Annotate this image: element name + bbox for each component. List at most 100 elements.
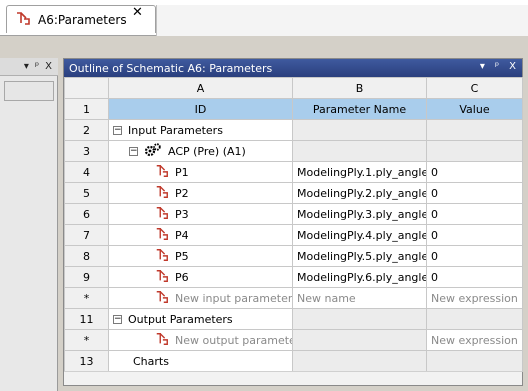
value-cell[interactable] [426, 140, 523, 162]
table-row[interactable]: 4 P1 ModelingPly.1.ply_angle 0 [64, 161, 523, 183]
row-number: 3 [64, 140, 109, 162]
value-header: Value [426, 98, 523, 120]
id-cell[interactable]: New output parameter [108, 329, 293, 351]
outline-title-bar: Outline of Schematic A6: Parameters ▾ ᵖ … [64, 59, 522, 77]
id-cell[interactable]: P5 [108, 245, 293, 267]
tab-title: A6:Parameters [38, 12, 127, 27]
id-text: P2 [175, 186, 189, 200]
id-cell[interactable]: P3 [108, 203, 293, 225]
parameter-name-cell[interactable]: ModelingPly.4.ply_angle [292, 224, 427, 246]
id-header: ID [108, 98, 293, 120]
value-cell[interactable] [426, 350, 523, 372]
value-cell[interactable]: 0 [426, 161, 523, 183]
id-text: Input Parameters [128, 123, 223, 137]
value-cell[interactable]: 0 [426, 266, 523, 288]
parameter-name-cell[interactable] [292, 308, 427, 330]
close-icon[interactable]: X [45, 61, 52, 72]
column-a-header[interactable]: A [108, 77, 293, 99]
row-number: 9 [64, 266, 109, 288]
table-row[interactable]: 13 Charts [64, 350, 523, 372]
gear-icon [144, 142, 162, 160]
parameter-icon [15, 10, 31, 29]
id-cell[interactable]: P4 [108, 224, 293, 246]
collapse-icon[interactable]: − [129, 146, 138, 156]
table-row[interactable]: 9 P6 ModelingPly.6.ply_angle 0 [64, 266, 523, 288]
parameter-icon [155, 290, 169, 307]
row-number: 6 [64, 203, 109, 225]
parameter-icon [155, 164, 169, 181]
table-row[interactable]: 3 − ACP (Pre) (A1) [64, 140, 523, 162]
id-text: P6 [175, 270, 189, 284]
id-text: P3 [175, 207, 189, 221]
id-cell[interactable]: − Input Parameters [108, 119, 293, 141]
value-cell[interactable]: 0 [426, 182, 523, 204]
parameter-icon [155, 248, 169, 265]
table-row[interactable]: 11− Output Parameters [64, 308, 523, 330]
id-cell[interactable]: P6 [108, 266, 293, 288]
value-cell[interactable]: New expression [426, 329, 523, 351]
parameter-name-cell[interactable]: New name [292, 287, 427, 309]
left-panel: ▾ ᵖ X [0, 58, 58, 391]
collapse-icon[interactable]: − [113, 314, 122, 324]
parameter-name-header: Parameter Name [292, 98, 427, 120]
outline-title: Outline of Schematic A6: Parameters [69, 61, 273, 75]
table-row[interactable]: * New input parameter New name New expressi… [64, 287, 523, 309]
row-number: 7 [64, 224, 109, 246]
pin-icon[interactable]: ᵖ [495, 61, 499, 72]
parameter-name-cell[interactable] [292, 119, 427, 141]
value-cell[interactable]: 0 [426, 203, 523, 225]
parameter-icon [155, 185, 169, 202]
table-row[interactable]: 6 P3 ModelingPly.3.ply_angle 0 [64, 203, 523, 225]
table-row[interactable]: * New output parameter New expression [64, 329, 523, 351]
row-number: 11 [64, 308, 109, 330]
table-row[interactable]: 5 P2 ModelingPly.2.ply_angle 0 [64, 182, 523, 204]
column-letter-row: A B C [64, 77, 523, 99]
row-number: * [64, 287, 109, 309]
value-cell[interactable] [426, 119, 523, 141]
id-cell[interactable]: − ACP (Pre) (A1) [108, 140, 293, 162]
tab-strip-empty [156, 5, 528, 36]
parameter-name-cell[interactable]: ModelingPly.3.ply_angle [292, 203, 427, 225]
dropdown-icon[interactable]: ▾ [24, 61, 29, 72]
id-cell[interactable]: P1 [108, 161, 293, 183]
parameter-name-cell[interactable]: ModelingPly.5.ply_angle [292, 245, 427, 267]
row-number: 8 [64, 245, 109, 267]
value-cell[interactable]: 0 [426, 224, 523, 246]
value-cell[interactable]: 0 [426, 245, 523, 267]
horizontal-scrollbar[interactable] [64, 371, 522, 385]
parameter-icon [155, 227, 169, 244]
column-c-header[interactable]: C [426, 77, 523, 99]
row-number: * [64, 329, 109, 351]
column-b-header[interactable]: B [292, 77, 427, 99]
parameter-name-cell[interactable]: ModelingPly.2.ply_angle [292, 182, 427, 204]
close-tab-icon[interactable]: ✕ [132, 5, 143, 20]
id-cell[interactable]: − Output Parameters [108, 308, 293, 330]
id-cell[interactable]: P2 [108, 182, 293, 204]
id-text: P5 [175, 249, 189, 263]
parameter-name-cell[interactable] [292, 140, 427, 162]
parameter-name-cell[interactable] [292, 329, 427, 351]
row-number: 4 [64, 161, 109, 183]
corner-cell [64, 77, 109, 99]
id-text: Output Parameters [128, 312, 233, 326]
table-row[interactable]: 8 P5 ModelingPly.5.ply_angle 0 [64, 245, 523, 267]
pin-icon[interactable]: ᵖ [35, 61, 39, 72]
parameter-name-cell[interactable]: ModelingPly.1.ply_angle [292, 161, 427, 183]
value-cell[interactable]: New expression [426, 287, 523, 309]
outline-panel: Outline of Schematic A6: Parameters ▾ ᵖ … [63, 58, 523, 386]
parameter-name-cell[interactable] [292, 350, 427, 372]
left-panel-field[interactable] [4, 81, 54, 101]
id-text: Charts [133, 354, 169, 368]
value-cell[interactable] [426, 308, 523, 330]
parameter-name-cell[interactable]: ModelingPly.6.ply_angle [292, 266, 427, 288]
close-icon[interactable]: X [509, 61, 516, 72]
table-row[interactable]: 7 P4 ModelingPly.4.ply_angle 0 [64, 224, 523, 246]
id-cell[interactable]: New input parameter [108, 287, 293, 309]
table-header-row: 1 ID Parameter Name Value [64, 98, 523, 120]
dropdown-icon[interactable]: ▾ [480, 61, 485, 72]
table-row[interactable]: 2− Input Parameters [64, 119, 523, 141]
row-number: 5 [64, 182, 109, 204]
collapse-icon[interactable]: − [113, 125, 122, 135]
id-cell[interactable]: Charts [108, 350, 293, 372]
row-number: 2 [64, 119, 109, 141]
